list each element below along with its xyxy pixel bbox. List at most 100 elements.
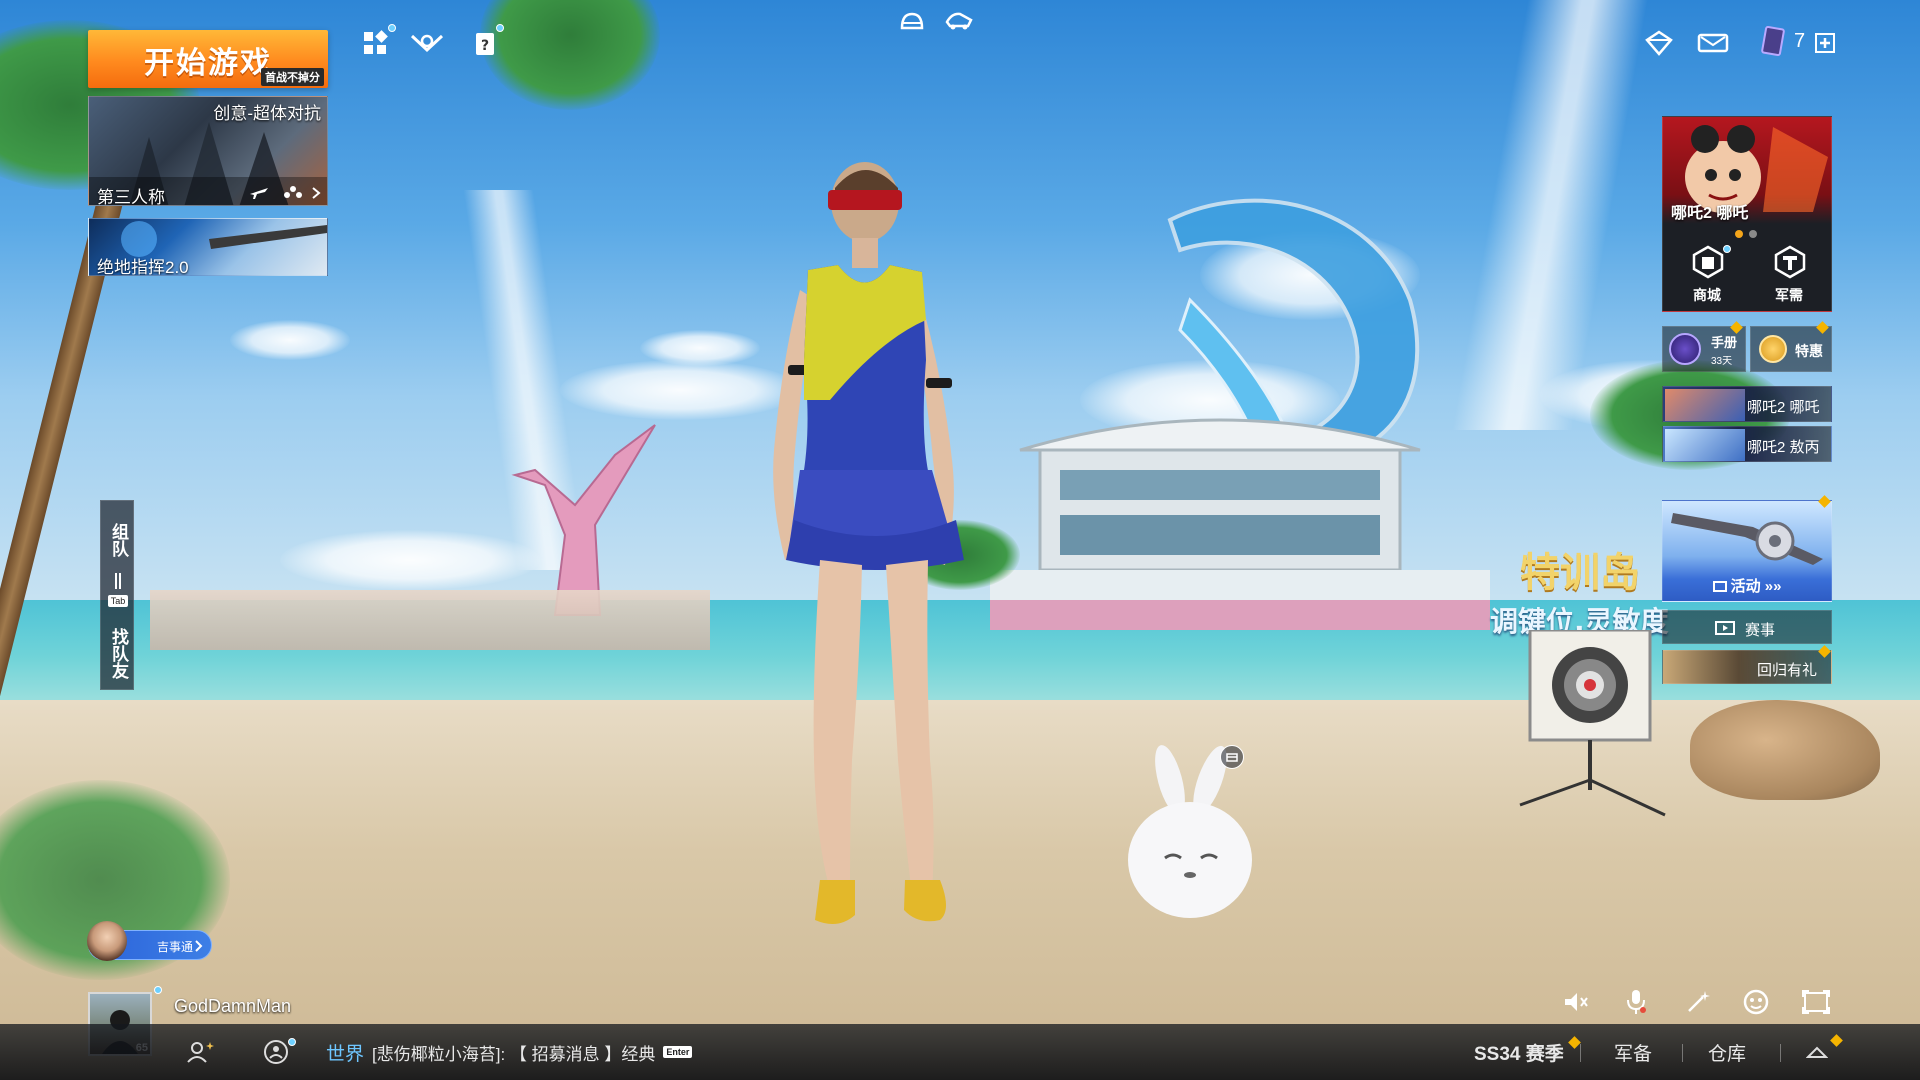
diamond-icon[interactable] bbox=[1642, 26, 1676, 60]
gift-icon bbox=[1759, 335, 1787, 363]
notification-dot bbox=[288, 1038, 296, 1046]
perspective-label: 第三人称 bbox=[97, 188, 165, 206]
promo-nezha-label: 哪吒2 哪吒 bbox=[1747, 399, 1820, 416]
events-label: 赛事 bbox=[1745, 622, 1776, 639]
tv-icon bbox=[1715, 621, 1735, 635]
chevron-right-icon bbox=[312, 187, 321, 199]
bottom-bar: 世界 [悲伤椰粒小海苔]: 【 招募消息 】经典 Enter SS34 赛季 军… bbox=[0, 1024, 1920, 1080]
plane-icon bbox=[250, 188, 268, 199]
gear-button[interactable]: 军备 bbox=[1614, 1024, 1652, 1080]
speaker-icon[interactable] bbox=[1560, 986, 1592, 1018]
friend-invite-pill[interactable]: 吉事通 bbox=[87, 921, 212, 961]
clipboard-icon[interactable]: ? bbox=[468, 24, 504, 60]
supply-label: 军需 bbox=[1775, 287, 1803, 303]
activity-label-row: 活动 »» bbox=[1663, 575, 1831, 596]
cloud bbox=[230, 320, 350, 360]
enter-key-hint: Enter bbox=[663, 1046, 693, 1058]
separator bbox=[1580, 1044, 1581, 1062]
cloud bbox=[280, 530, 540, 590]
shooting-target bbox=[1519, 630, 1666, 817]
promo-aobing-label: 哪吒2 敖丙 bbox=[1747, 439, 1820, 456]
mode-title: 创意-超体对抗 bbox=[213, 104, 321, 123]
pet-interact-icon[interactable] bbox=[1220, 745, 1244, 769]
deal-label: 特惠 bbox=[1795, 343, 1823, 359]
badge-icon bbox=[1830, 1033, 1843, 1047]
events-button[interactable]: 赛事 bbox=[1662, 610, 1832, 644]
magic-wand-icon[interactable] bbox=[1682, 986, 1714, 1018]
handbook-label: 手册 bbox=[1711, 335, 1738, 350]
supply-icon bbox=[1774, 245, 1806, 279]
weapon-skin-image bbox=[1671, 513, 1823, 565]
handbook-days: 33天 bbox=[1711, 356, 1733, 367]
notification-dot bbox=[388, 24, 396, 32]
glass-resort bbox=[990, 198, 1490, 630]
player-character bbox=[773, 162, 964, 924]
chevron-up-icon bbox=[1806, 1046, 1828, 1058]
gift-box-icon bbox=[1712, 581, 1727, 592]
promo-nezha[interactable]: 哪吒2 哪吒 bbox=[1662, 386, 1832, 422]
team-separator bbox=[115, 573, 121, 589]
event-banner[interactable]: 哪吒2 哪吒 商城 军需 bbox=[1662, 116, 1832, 312]
grid-menu-icon[interactable] bbox=[358, 24, 396, 60]
promo-aobing[interactable]: 哪吒2 敖丙 bbox=[1662, 426, 1832, 462]
voice-channel-button[interactable] bbox=[262, 1024, 296, 1080]
warehouse-label: 仓库 bbox=[1708, 1043, 1747, 1065]
training-island-title: 特训岛 bbox=[1520, 550, 1640, 596]
notification-dot bbox=[1723, 245, 1731, 253]
team-sidebar[interactable]: 组队 Tab 找队友 bbox=[100, 500, 134, 690]
mode-select-card[interactable]: 创意-超体对抗 第三人称 bbox=[88, 96, 328, 206]
gear-label: 军备 bbox=[1614, 1043, 1653, 1065]
microphone-icon[interactable] bbox=[1620, 986, 1652, 1018]
find-teammates-label[interactable]: 找队友 bbox=[101, 617, 135, 689]
warehouse-button[interactable]: 仓库 bbox=[1708, 1024, 1746, 1080]
add-icon[interactable] bbox=[1808, 26, 1842, 60]
separator bbox=[1780, 1044, 1781, 1062]
mail-icon[interactable] bbox=[1696, 26, 1730, 60]
promo-thumb bbox=[1665, 389, 1745, 421]
team-label: 组队 bbox=[109, 523, 128, 557]
handbook-button[interactable]: 手册 33天 bbox=[1662, 321, 1746, 372]
sub-mode-card[interactable]: 绝地指挥2.0 bbox=[88, 218, 328, 276]
shop-label: 商城 bbox=[1693, 287, 1721, 303]
friends-button[interactable] bbox=[186, 1024, 216, 1080]
card-icon[interactable] bbox=[1756, 24, 1790, 58]
pet-rabbit bbox=[1128, 745, 1252, 918]
friend-avatar bbox=[87, 921, 127, 961]
resort-left bbox=[150, 590, 710, 650]
handbook-icon bbox=[1669, 333, 1701, 365]
start-game-button[interactable]: 开始游戏 首战不掉分 bbox=[88, 30, 328, 88]
season-button[interactable]: SS34 赛季 bbox=[1474, 1024, 1581, 1080]
separator bbox=[1682, 1044, 1683, 1062]
helmet-icon[interactable] bbox=[895, 4, 929, 38]
online-status-dot bbox=[154, 986, 162, 994]
banner-title: 哪吒2 哪吒 bbox=[1671, 205, 1749, 222]
supply-button[interactable]: 军需 bbox=[1755, 245, 1825, 307]
player-name: GodDamnMan bbox=[174, 996, 292, 1016]
emblem-icon[interactable] bbox=[410, 26, 444, 60]
deal-button[interactable]: 特惠 bbox=[1750, 321, 1832, 372]
chevron-right-icon bbox=[195, 940, 203, 952]
squad-icon bbox=[284, 186, 302, 198]
shop-button[interactable]: 商城 bbox=[1673, 245, 1743, 307]
expand-menu-button[interactable] bbox=[1806, 1024, 1843, 1080]
shop-icon bbox=[1692, 245, 1724, 279]
chevrons-icon: »» bbox=[1760, 578, 1782, 595]
carousel-dots bbox=[1735, 225, 1757, 243]
start-game-subtitle: 首战不掉分 bbox=[261, 68, 324, 86]
tab-key-hint: Tab bbox=[108, 595, 128, 607]
activity-label: 活动 bbox=[1730, 578, 1761, 595]
season-label: SS34 赛季 bbox=[1474, 1043, 1564, 1065]
world-chat[interactable]: 世界 [悲伤椰粒小海苔]: 【 招募消息 】经典 Enter bbox=[326, 1024, 693, 1080]
svg-text:?: ? bbox=[481, 38, 489, 54]
emote-icon[interactable] bbox=[1740, 986, 1772, 1018]
voice-channel-icon bbox=[264, 1040, 288, 1064]
chat-message: [悲伤椰粒小海苔]: 【 招募消息 】经典 bbox=[372, 1044, 656, 1064]
return-gift-button[interactable]: 回归有礼 bbox=[1662, 645, 1832, 684]
badge-icon bbox=[1567, 1035, 1581, 1049]
add-friend-icon bbox=[187, 1042, 214, 1063]
activity-card[interactable]: 活动 »» bbox=[1662, 495, 1832, 602]
vehicle-icon[interactable] bbox=[942, 4, 976, 38]
fullscreen-icon[interactable] bbox=[1800, 986, 1832, 1018]
promo-thumb bbox=[1665, 429, 1745, 461]
notification-dot bbox=[496, 24, 504, 32]
